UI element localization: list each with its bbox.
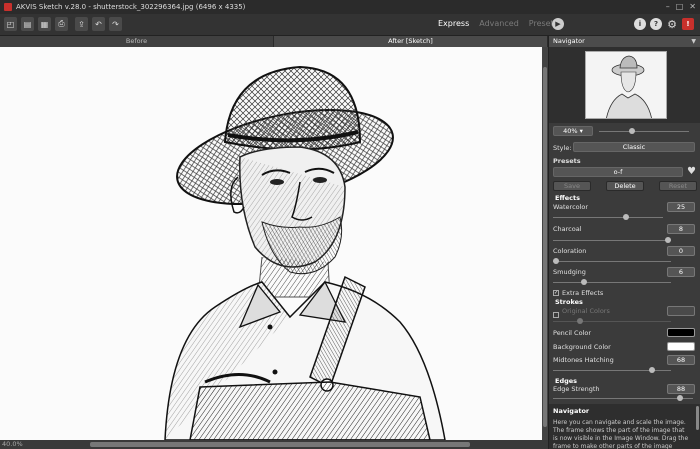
midtones-hatching-slider-knob[interactable] [649, 367, 655, 373]
coloration-value[interactable]: 0 [667, 246, 695, 256]
image-canvas[interactable] [0, 47, 542, 440]
navigator-title: Navigator [553, 37, 585, 45]
help-panel: Navigator Here you can navigate and scal… [549, 404, 700, 449]
save-preset-button[interactable]: Save [553, 181, 591, 191]
reset-preset-button[interactable]: Reset [659, 181, 697, 191]
navigator-image [606, 55, 652, 118]
notifications-icon[interactable]: ! [682, 18, 694, 30]
presets-label: Presets [553, 157, 581, 165]
smudging-slider-knob[interactable] [581, 279, 587, 285]
watercolor-slider-knob[interactable] [623, 214, 629, 220]
style-select[interactable]: Classic [573, 142, 695, 152]
vertical-scroll-thumb[interactable] [543, 67, 547, 427]
undo-icon[interactable]: ↶ [92, 17, 105, 31]
maximize-button[interactable]: □ [676, 2, 684, 11]
open-image-icon[interactable]: ◰ [4, 17, 17, 31]
zoom-status: 40.0% [2, 440, 23, 448]
mode-advanced[interactable]: Advanced [479, 19, 519, 28]
minimize-button[interactable]: – [666, 2, 670, 11]
info-icon[interactable]: i [634, 18, 646, 30]
charcoal-slider-knob[interactable] [665, 237, 671, 243]
chevron-down-icon[interactable]: ▼ [691, 36, 696, 47]
horizontal-scrollbar[interactable]: 40.0% [0, 440, 548, 449]
effects-section-label: Effects [555, 194, 580, 202]
pencil-color-swatch[interactable] [667, 328, 695, 337]
edge-strength-label: Edge Strength [553, 385, 600, 393]
background-color-label: Background Color [553, 343, 611, 351]
extra-effects-label: Extra Effects [562, 289, 604, 297]
title-bar: AKVIS Sketch v.28.0 - shutterstock_30229… [0, 0, 700, 14]
zoom-value: 40% [563, 127, 578, 135]
tab-before[interactable]: Before [0, 36, 274, 47]
toolbar: ◰ ▤ ▦ ⎙ ⇪ ↶ ↷ Express Advanced Presets ▶… [0, 14, 700, 36]
favorite-heart-icon[interactable]: ♥ [687, 166, 696, 177]
watercolor-slider[interactable] [553, 214, 663, 220]
charcoal-label: Charcoal [553, 225, 582, 233]
midtones-hatching-value[interactable]: 68 [667, 355, 695, 365]
zoom-dropdown[interactable]: 40% ▾ [553, 126, 593, 136]
original-colors-value [667, 306, 695, 316]
coloration-slider-knob[interactable] [553, 258, 559, 264]
edge-strength-slider-knob[interactable] [677, 395, 683, 401]
preset-value: o-f [613, 168, 623, 176]
redo-icon[interactable]: ↷ [109, 17, 122, 31]
original-colors-label: Original Colors [562, 307, 610, 315]
background-color-swatch[interactable] [667, 342, 695, 351]
original-colors-checkbox[interactable] [553, 312, 559, 318]
charcoal-value[interactable]: 8 [667, 224, 695, 234]
settings-panel: Navigator ▼ 40% ▾ Style: Classic Presets… [548, 36, 700, 449]
smudging-label: Smudging [553, 268, 586, 276]
navigator-header[interactable]: Navigator ▼ [549, 36, 700, 47]
tab-after[interactable]: After [Sketch] [274, 36, 548, 47]
close-window-button[interactable]: ✕ [689, 2, 696, 11]
print-icon[interactable]: ⎙ [55, 17, 68, 31]
mode-express[interactable]: Express [438, 19, 469, 28]
run-processing-icon[interactable]: ▶ [552, 18, 564, 30]
preset-select[interactable]: o-f [553, 167, 683, 177]
style-value: Classic [622, 143, 646, 151]
zoom-slider-knob[interactable] [629, 128, 635, 134]
edge-strength-slider[interactable] [553, 395, 693, 401]
navigator-preview[interactable] [549, 47, 700, 123]
charcoal-slider[interactable] [553, 237, 671, 243]
view-tabs: Before After [Sketch] [0, 36, 548, 47]
original-colors-slider-knob [577, 318, 583, 324]
open-batch-icon[interactable]: ▤ [21, 17, 34, 31]
watercolor-value[interactable]: 25 [667, 202, 695, 212]
smudging-value[interactable]: 6 [667, 267, 695, 277]
extra-effects-checkbox[interactable]: ✓ [553, 290, 559, 296]
save-image-icon[interactable]: ▦ [38, 17, 51, 31]
midtones-hatching-slider[interactable] [553, 367, 671, 373]
delete-preset-button[interactable]: Delete [606, 181, 644, 191]
midtones-hatching-label: Midtones Hatching [553, 356, 614, 364]
edges-section-label: Edges [555, 377, 578, 385]
coloration-label: Coloration [553, 247, 587, 255]
window-title: AKVIS Sketch v.28.0 - shutterstock_30229… [16, 3, 246, 11]
gear-icon[interactable]: ⚙ [666, 18, 678, 31]
window-controls: – □ ✕ [666, 2, 696, 11]
sketch-image [164, 65, 446, 440]
share-icon[interactable]: ⇪ [75, 17, 88, 31]
smudging-slider[interactable] [553, 279, 671, 285]
zoom-slider[interactable] [599, 128, 689, 134]
original-colors-slider [553, 318, 671, 324]
style-label: Style: [553, 144, 572, 152]
help-title: Navigator [553, 407, 590, 415]
app-logo [4, 3, 12, 11]
help-scrollbar[interactable] [696, 406, 699, 430]
help-icon[interactable]: ? [650, 18, 662, 30]
edge-strength-value[interactable]: 88 [667, 384, 695, 394]
strokes-section-label: Strokes [555, 298, 583, 306]
help-body: Here you can navigate and scale the imag… [553, 419, 689, 449]
pencil-color-label: Pencil Color [553, 329, 592, 337]
watercolor-label: Watercolor [553, 203, 589, 211]
navigator-thumbnail[interactable] [585, 51, 667, 119]
mode-switcher: Express Advanced Presets [438, 19, 558, 28]
coloration-slider[interactable] [553, 258, 671, 264]
horizontal-scroll-thumb[interactable] [90, 442, 470, 447]
